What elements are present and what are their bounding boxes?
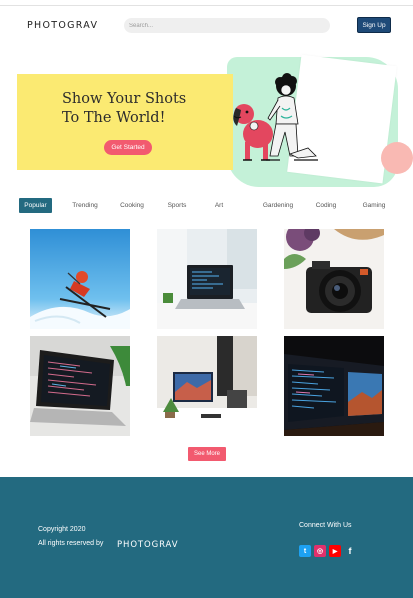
category-tabs: Popular Trending Cooking Sports Art Gard… [0,198,413,214]
tab-cooking[interactable]: Cooking [117,198,147,213]
photo-skier[interactable] [30,229,130,329]
hero-title-line1: Show Your Shots [62,91,187,107]
facebook-icon[interactable]: f [344,545,356,557]
top-border [0,0,413,6]
copyright-text: Copyright 2020 [38,526,86,533]
youtube-icon[interactable]: ▶ [329,545,341,557]
hero-title: Show Your Shots To The World! [62,90,232,128]
photo-monitor-desk[interactable] [157,336,257,436]
hero-title-line2: To The World! [62,110,166,126]
get-started-button[interactable]: Get Started [104,140,152,155]
tab-gaming[interactable]: Gaming [360,198,388,213]
rights-text: All rights reserved by [38,540,104,547]
photo-laptop-code[interactable] [30,336,130,436]
footer-logo[interactable]: PHOTOGRAV [117,540,178,550]
tab-gardening[interactable]: Gardening [259,198,297,213]
twitter-icon[interactable]: t [299,545,311,557]
tab-coding[interactable]: Coding [312,198,340,213]
tab-trending[interactable]: Trending [68,198,102,213]
photo-dark-monitor-code[interactable] [284,336,384,436]
tab-popular[interactable]: Popular [19,198,52,213]
see-more-button[interactable]: See More [188,447,226,461]
connect-heading: Connect With Us [299,522,352,529]
photo-laptop-desk[interactable] [157,229,257,329]
footer [0,477,413,598]
instagram-icon[interactable]: ◎ [314,545,326,557]
site-logo[interactable]: PHOTOGRAV [27,20,98,31]
hero-pink-circle [381,142,413,174]
signup-button[interactable]: Sign Up [357,17,391,33]
search-input[interactable] [124,18,330,33]
tab-sports[interactable]: Sports [163,198,191,213]
tab-art[interactable]: Art [210,198,228,213]
hero-illustration [233,73,318,161]
photo-camera[interactable] [284,229,384,329]
